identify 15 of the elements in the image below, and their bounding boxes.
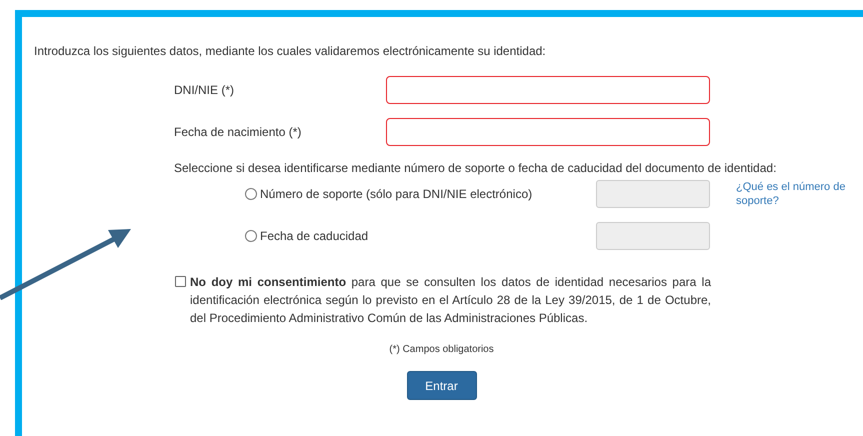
submit-button[interactable]: Entrar <box>406 371 476 400</box>
radio-button[interactable] <box>245 188 257 200</box>
input-field[interactable] <box>386 118 710 146</box>
radio-label: Fecha de caducidad <box>260 228 368 245</box>
choice-prompt: Seleccione si desea identificarse mediante número de soporte o fecha de caducidad del documento de identidad: <box>174 160 778 176</box>
radio-button[interactable] <box>245 230 257 242</box>
help-link[interactable]: ¿Qué es el número de soporte? <box>736 180 848 208</box>
field-label: DNI/NIE (*) <box>174 82 235 99</box>
required-note: (*) Campos obligatorios <box>389 343 494 357</box>
consent-checkbox[interactable] <box>175 276 186 287</box>
input-field[interactable] <box>386 76 710 104</box>
intro-text: Introduzca los siguientes datos, mediante los cuales validaremos electrónicamente su identidad: <box>34 43 547 59</box>
consent-text: No doy mi consentimiento para que se consulten los datos de identidad necesarios para la identificación electrónica según lo previsto en el Artículo 28 de la Ley 39/2015, de 1 de Octubre, del Procedimiento Administrativo Común de las Administraciones Públicas. <box>190 274 711 327</box>
field-label: Fecha de nacimiento (*) <box>174 124 302 141</box>
radio-label: Número de soporte (sólo para DNI/NIE electrónico) <box>260 186 532 203</box>
